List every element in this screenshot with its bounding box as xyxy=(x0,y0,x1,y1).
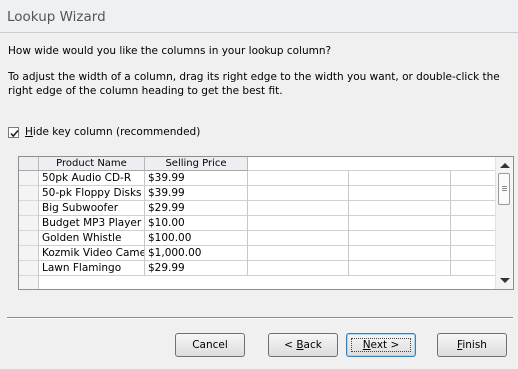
lookup-column-grid[interactable]: Product Name Selling Price 50pk Audio CD… xyxy=(18,156,514,290)
row-selector[interactable] xyxy=(19,276,39,289)
empty-cell xyxy=(248,261,349,276)
checkmark-icon xyxy=(10,129,19,137)
empty-cell xyxy=(349,261,451,276)
hide-key-column-checkbox-row[interactable]: Hide key column (recommended) xyxy=(8,124,200,140)
column-header-selling-price[interactable]: Selling Price xyxy=(145,157,248,171)
empty-cell xyxy=(248,201,349,216)
selling-price-cell[interactable]: $39.99 xyxy=(145,171,248,186)
row-selector[interactable] xyxy=(19,216,39,231)
back-button-label: < Back xyxy=(284,339,322,351)
empty-cell xyxy=(451,201,495,216)
empty-cell xyxy=(248,186,349,201)
hide-key-label-rest: ide key column (recommended) xyxy=(32,126,201,138)
row-selector[interactable] xyxy=(19,246,39,261)
empty-cell xyxy=(451,216,495,231)
empty-cell xyxy=(248,246,349,261)
row-selector[interactable] xyxy=(19,201,39,216)
empty-cell xyxy=(451,186,495,201)
back-button[interactable]: < Back xyxy=(268,333,338,357)
product-name-cell[interactable]: 50-pk Floppy Disks xyxy=(39,186,145,201)
hide-key-accel: H xyxy=(25,126,33,138)
scroll-down-icon[interactable] xyxy=(500,278,510,283)
empty-cell xyxy=(349,246,451,261)
instructions-text: To adjust the width of a column, drag it… xyxy=(8,71,500,97)
empty-cell xyxy=(451,261,495,276)
empty-cell xyxy=(451,171,495,186)
window-title: Lookup Wizard xyxy=(7,9,106,25)
empty-header-area xyxy=(248,157,495,171)
product-name-cell[interactable]: Budget MP3 Player xyxy=(39,216,145,231)
product-name-cell[interactable]: Golden Whistle xyxy=(39,231,145,246)
empty-cell xyxy=(349,231,451,246)
row-selector[interactable] xyxy=(19,171,39,186)
selling-price-cell[interactable]: $29.99 xyxy=(145,201,248,216)
prompt-text: How wide would you like the columns in y… xyxy=(8,45,332,57)
selling-price-cell[interactable]: $100.00 xyxy=(145,231,248,246)
grid-select-all[interactable] xyxy=(19,157,39,171)
scroll-up-icon[interactable] xyxy=(500,163,510,168)
title-bar: Lookup Wizard xyxy=(0,0,518,33)
separator xyxy=(7,317,513,319)
selling-price-cell[interactable]: $39.99 xyxy=(145,186,248,201)
selling-price-cell[interactable]: $10.00 xyxy=(145,216,248,231)
empty-cell xyxy=(248,231,349,246)
product-name-cell[interactable]: Big Subwoofer xyxy=(39,201,145,216)
selling-price-cell[interactable]: $1,000.00 xyxy=(145,246,248,261)
product-name-cell[interactable]: Lawn Flamingo xyxy=(39,261,145,276)
next-button[interactable]: Next > xyxy=(346,333,416,357)
cancel-button[interactable]: Cancel xyxy=(175,333,245,357)
next-button-label: Next > xyxy=(362,339,400,351)
product-name-cell[interactable]: 50pk Audio CD-R xyxy=(39,171,145,186)
row-selector[interactable] xyxy=(19,261,39,276)
empty-cell xyxy=(248,171,349,186)
hide-key-column-label: Hide key column (recommended) xyxy=(25,126,200,138)
empty-cell xyxy=(451,246,495,261)
empty-cell xyxy=(451,231,495,246)
row-selector[interactable] xyxy=(19,231,39,246)
empty-cell xyxy=(349,201,451,216)
empty-cell xyxy=(349,171,451,186)
row-selector[interactable] xyxy=(19,186,39,201)
empty-cell xyxy=(248,216,349,231)
column-header-product-name[interactable]: Product Name xyxy=(39,157,145,171)
empty-cell xyxy=(349,186,451,201)
empty-cell xyxy=(349,216,451,231)
hide-key-column-checkbox[interactable] xyxy=(8,126,19,138)
vertical-scrollbar[interactable] xyxy=(495,157,513,289)
cancel-button-label: Cancel xyxy=(192,339,228,351)
product-name-cell[interactable]: Kozmik Video Came xyxy=(39,246,145,261)
finish-button[interactable]: Finish xyxy=(437,333,507,357)
scroll-thumb[interactable] xyxy=(498,173,510,205)
selling-price-cell[interactable]: $29.99 xyxy=(145,261,248,276)
finish-button-label: Finish xyxy=(457,339,487,351)
